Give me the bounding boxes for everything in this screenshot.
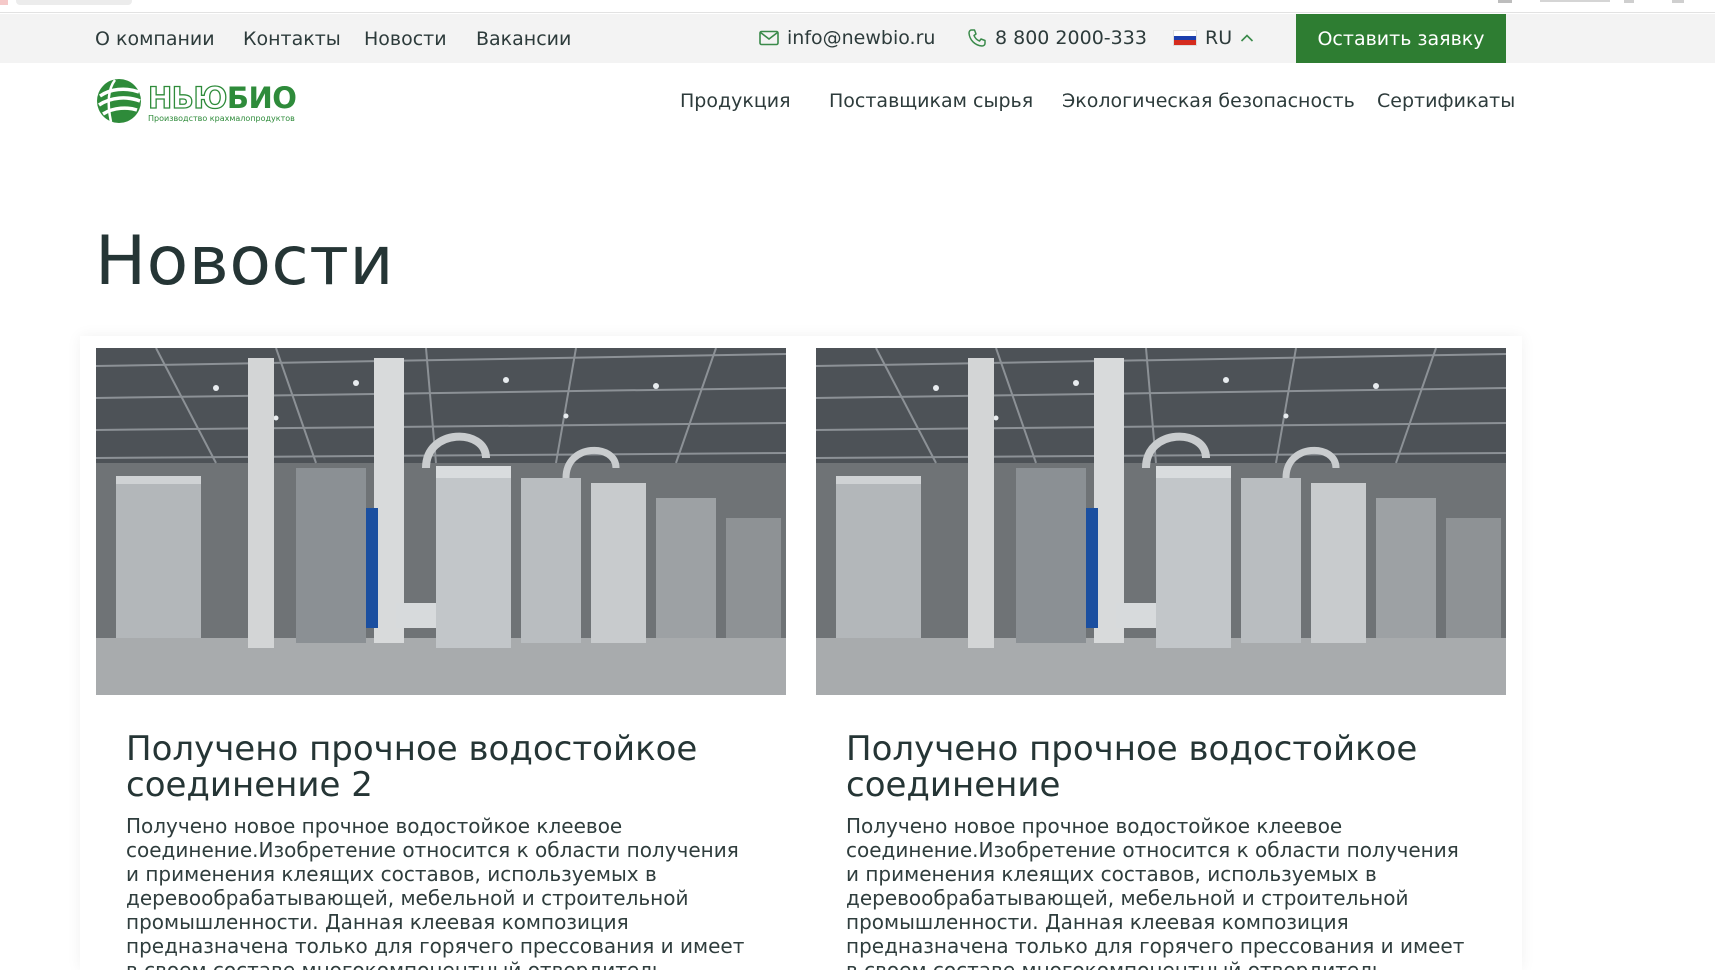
leave-request-button[interactable]: Оставить заявку xyxy=(1296,14,1506,63)
nav-item-ecology[interactable]: Экологическая безопасность xyxy=(1062,90,1355,112)
chevron-up-icon xyxy=(1241,34,1254,42)
envelope-icon xyxy=(759,30,779,46)
nav-item-certificates[interactable]: Сертификаты xyxy=(1377,90,1515,112)
phone-contact[interactable]: 8 800 2000-333 xyxy=(967,27,1147,49)
browser-control[interactable] xyxy=(1624,0,1634,3)
news-title[interactable]: Получено прочное водостойкое соединение … xyxy=(126,731,746,803)
page-title: Новости xyxy=(95,222,395,301)
company-logo[interactable]: НЬЮБИО Производство крахмалопродуктов xyxy=(95,77,297,127)
topbar-link-about[interactable]: О компании xyxy=(95,28,215,50)
news-card[interactable]: Получено прочное водостойкое соединение … xyxy=(816,348,1506,970)
logo-name-part1: НЬЮ xyxy=(147,81,228,115)
logo-leaf-icon xyxy=(97,79,141,123)
browser-control[interactable] xyxy=(1498,0,1512,3)
nav-item-products[interactable]: Продукция xyxy=(680,90,791,112)
topbar-link-vacancies[interactable]: Вакансии xyxy=(476,28,571,50)
topbar-link-news[interactable]: Новости xyxy=(364,28,447,50)
nav-item-suppliers[interactable]: Поставщикам сырья xyxy=(829,90,1033,112)
email-contact[interactable]: info@newbio.ru xyxy=(759,27,935,49)
browser-tabstrip xyxy=(0,0,1715,13)
language-label: RU xyxy=(1205,27,1233,49)
browser-control[interactable] xyxy=(1672,0,1684,3)
topbar-link-contacts[interactable]: Контакты xyxy=(243,28,341,50)
email-text[interactable]: info@newbio.ru xyxy=(787,27,935,49)
logo-name-part2: БИО xyxy=(226,81,297,115)
top-bar: О компании Контакты Новости Вакансии inf… xyxy=(0,14,1715,63)
browser-tab-edge[interactable] xyxy=(0,0,8,5)
news-card[interactable]: Получено прочное водостойкое соединение … xyxy=(96,348,786,970)
news-card-image[interactable] xyxy=(816,348,1506,695)
news-excerpt: Получено новое прочное водостойкое клеев… xyxy=(126,814,745,970)
browser-tab[interactable] xyxy=(16,0,132,5)
news-excerpt: Получено новое прочное водостойкое клеев… xyxy=(846,814,1465,970)
language-selector[interactable]: RU xyxy=(1173,27,1254,49)
browser-control[interactable] xyxy=(1540,0,1610,2)
phone-icon xyxy=(968,29,986,47)
phone-text[interactable]: 8 800 2000-333 xyxy=(995,27,1147,49)
news-card-image[interactable] xyxy=(96,348,786,695)
logo-tagline: Производство крахмалопродуктов xyxy=(148,114,295,123)
logo-wordmark: НЬЮБИО xyxy=(147,81,297,115)
russian-flag-icon xyxy=(1173,30,1197,46)
main-navigation: НЬЮБИО Производство крахмалопродуктов Пр… xyxy=(0,63,1715,143)
news-title[interactable]: Получено прочное водостойкое соединение xyxy=(846,731,1466,803)
